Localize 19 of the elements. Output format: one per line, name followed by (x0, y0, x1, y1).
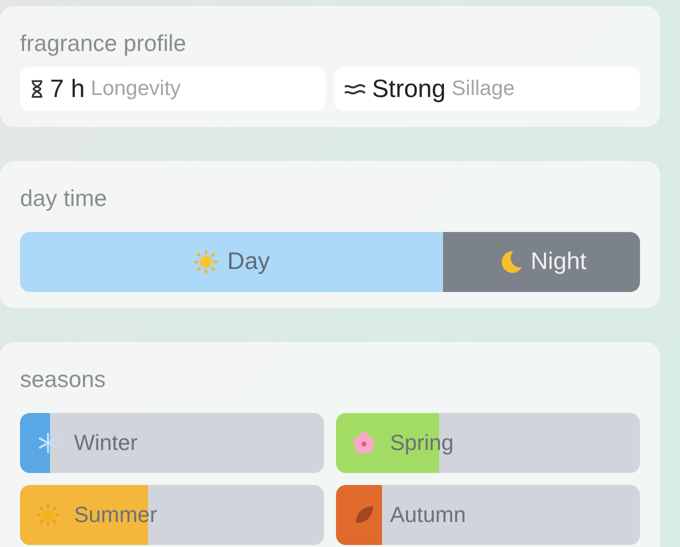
sun-icon (193, 249, 220, 275)
season-label: Winter (74, 430, 138, 456)
stat-value: 7 h (50, 74, 85, 104)
stat-value: Strong (372, 74, 446, 104)
hourglass-icon (30, 79, 44, 99)
waves-icon (344, 82, 366, 96)
section-title: day time (20, 185, 108, 212)
snowflake-icon (36, 431, 60, 455)
segment-label: Day (227, 248, 270, 276)
segment-label: Night (530, 248, 587, 276)
stat-label: Longevity (90, 77, 181, 101)
flower-icon (352, 431, 376, 455)
section-title: seasons (20, 366, 107, 393)
time-segment[interactable]: Night (443, 232, 640, 292)
stat-label: Sillage (452, 77, 515, 101)
time-segment[interactable]: Day (20, 232, 444, 292)
season-label: Autumn (390, 502, 466, 528)
sun-icon (36, 503, 60, 527)
section-title: fragrance profile (20, 30, 188, 57)
